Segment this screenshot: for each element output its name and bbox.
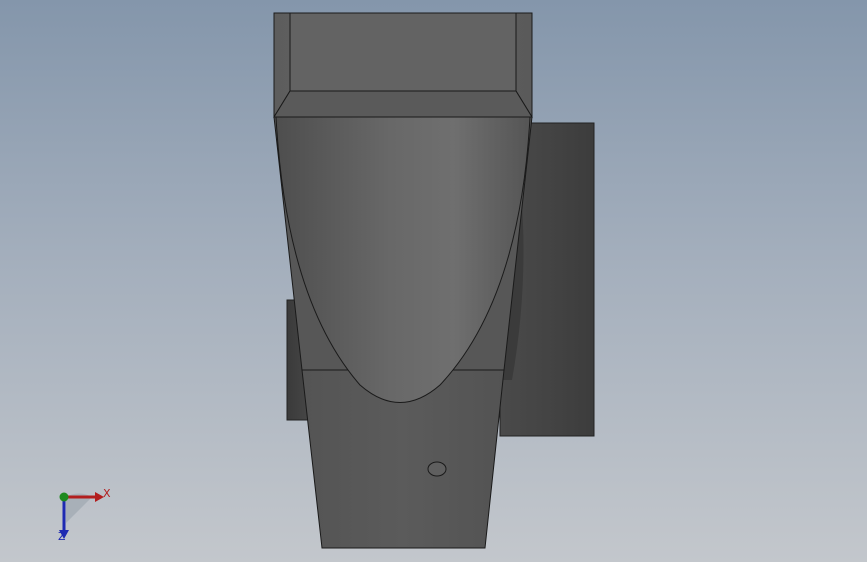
mounting-hole (427, 461, 447, 477)
funnel-face (273, 116, 533, 403)
x-axis-label: X (103, 487, 111, 500)
graphics-viewport[interactable]: X Z (0, 0, 867, 562)
top-housing (273, 12, 533, 118)
z-axis-label: Z (58, 530, 66, 543)
orientation-triad[interactable]: X Z (40, 480, 120, 550)
cad-model[interactable] (0, 0, 867, 562)
